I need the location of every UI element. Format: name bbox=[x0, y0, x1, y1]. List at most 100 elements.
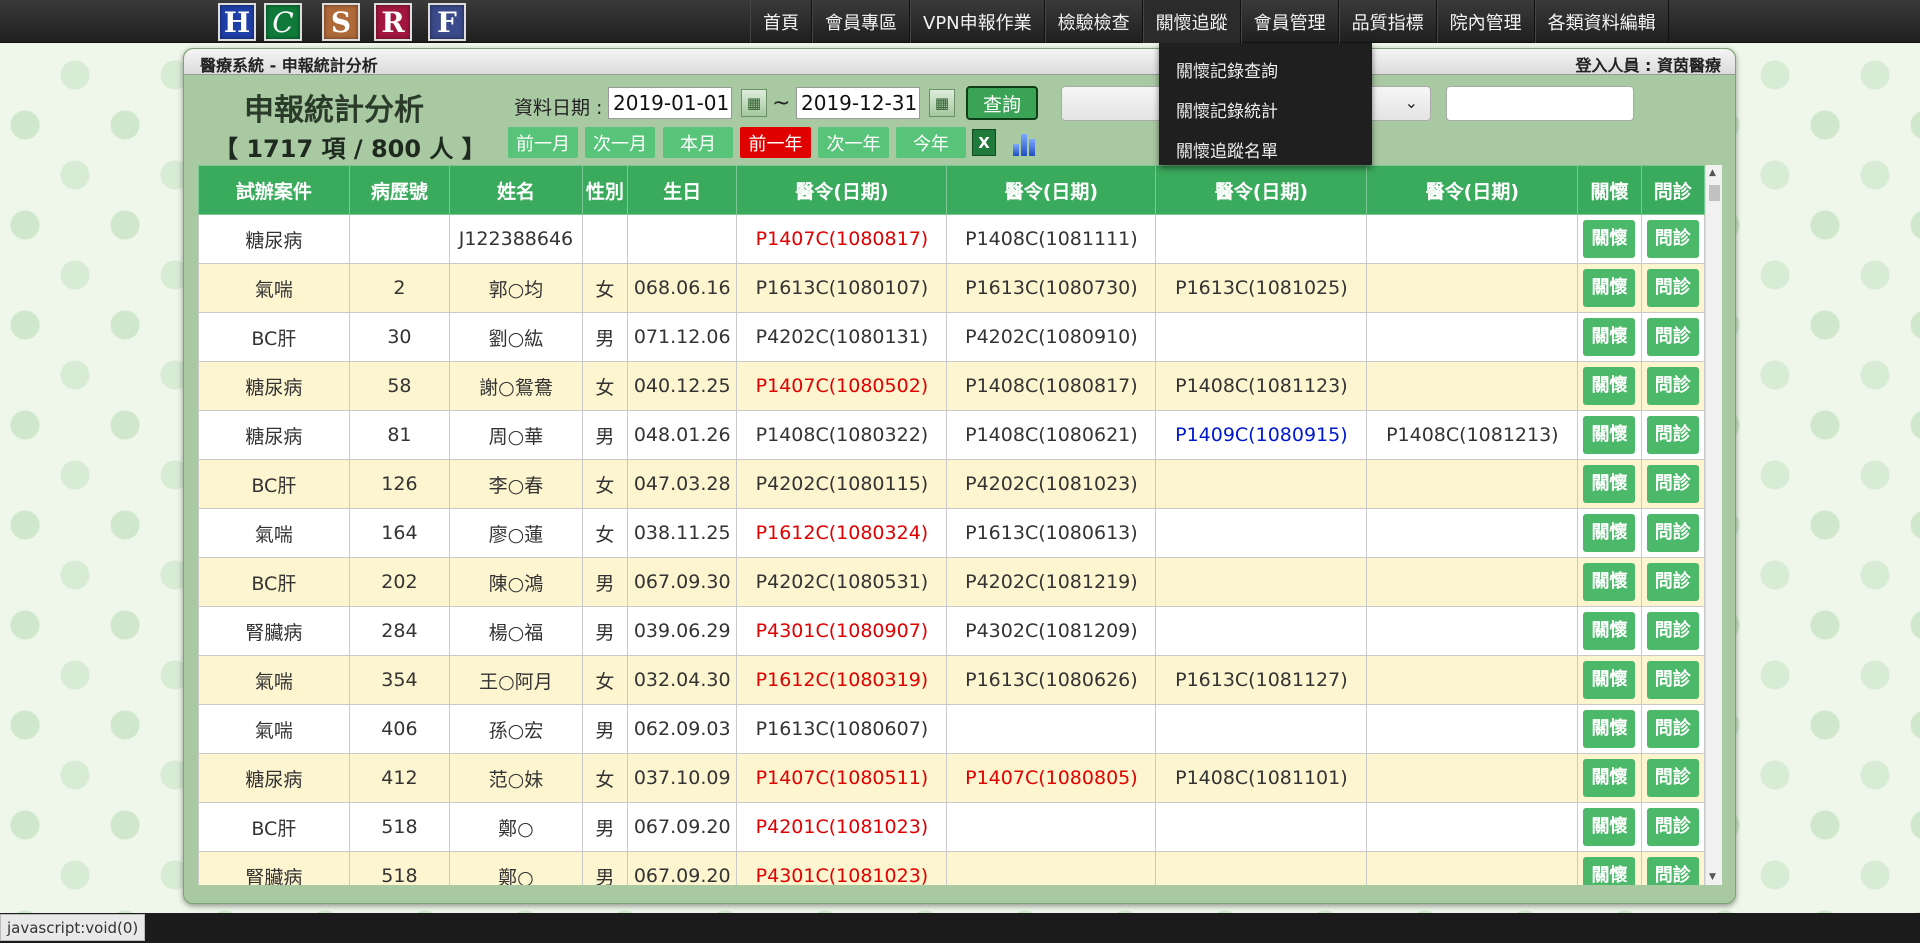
bar-chart-icon[interactable] bbox=[1011, 129, 1037, 156]
next-year-button[interactable]: 次一年 bbox=[818, 127, 889, 158]
cell-consult: 問診 bbox=[1640, 851, 1706, 885]
cell-order-4: P1408C(1081213) bbox=[1366, 410, 1579, 460]
consult-button[interactable]: 問診 bbox=[1646, 563, 1699, 601]
consult-button[interactable]: 問診 bbox=[1646, 269, 1699, 307]
care-button[interactable]: 關懷 bbox=[1583, 367, 1636, 405]
logo-h[interactable]: H bbox=[218, 3, 256, 41]
nav-member-area[interactable]: 會員專區 bbox=[812, 0, 910, 43]
prev-month-button[interactable]: 前一月 bbox=[508, 127, 578, 158]
date-from-input[interactable] bbox=[608, 87, 732, 119]
care-button[interactable]: 關懷 bbox=[1583, 808, 1636, 846]
calendar-to-icon[interactable]: ▦ bbox=[929, 89, 955, 117]
cell-care: 關懷 bbox=[1577, 704, 1642, 754]
consult-button[interactable]: 問診 bbox=[1646, 318, 1699, 356]
care-button[interactable]: 關懷 bbox=[1583, 220, 1636, 258]
cell-name: 鄭○ bbox=[449, 802, 583, 852]
cell-order-1: P1407C(1080817) bbox=[736, 214, 948, 264]
cell-birth: 040.12.25 bbox=[626, 361, 738, 411]
nav-member-management[interactable]: 會員管理 bbox=[1240, 0, 1339, 43]
prev-year-button[interactable]: 前一年 bbox=[740, 127, 811, 158]
cell-chart-no: 58 bbox=[348, 361, 451, 411]
cell-case: 氣喘 bbox=[198, 508, 350, 558]
table-row: 腎臟病 518 鄭○ 男 067.09.20 P4301C(1081023) 關懷 問診 bbox=[198, 851, 1706, 885]
scroll-down-icon[interactable]: ▼ bbox=[1709, 872, 1716, 882]
menu-care-record-query[interactable]: 關懷記錄查詢 bbox=[1159, 49, 1372, 89]
cell-consult: 問診 bbox=[1640, 606, 1706, 656]
cell-order-4 bbox=[1366, 214, 1579, 264]
query-button[interactable]: 查詢 bbox=[966, 86, 1038, 120]
date-to-input[interactable] bbox=[796, 87, 920, 119]
table-row: 氣喘 164 廖○蓮女 038.11.25 P1612C(1080324) P1613C(… bbox=[198, 508, 1706, 558]
table-row: 糖尿病 412 范○妹女 037.10.09 P1407C(1080511) P1407C… bbox=[198, 753, 1706, 803]
cell-order-4 bbox=[1366, 459, 1579, 509]
cell-birth: 067.09.20 bbox=[626, 802, 738, 852]
date-range-separator: ~ bbox=[772, 91, 791, 116]
care-button[interactable]: 關懷 bbox=[1583, 710, 1636, 748]
care-button[interactable]: 關懷 bbox=[1583, 465, 1636, 503]
scroll-up-icon[interactable]: ▲ bbox=[1709, 168, 1716, 178]
consult-button[interactable]: 問診 bbox=[1646, 661, 1699, 699]
login-user: 登入人員 : 資茵醫療 bbox=[1575, 56, 1721, 75]
nav-data-editing[interactable]: 各類資料編輯 bbox=[1534, 0, 1669, 43]
consult-button[interactable]: 問診 bbox=[1646, 808, 1699, 846]
menu-care-tracking-list[interactable]: 關懷追蹤名單 bbox=[1159, 129, 1372, 169]
care-button[interactable]: 關懷 bbox=[1583, 318, 1636, 356]
cell-order-1: P1407C(1080502) bbox=[736, 361, 948, 411]
cell-order-2: P4202C(1081219) bbox=[946, 557, 1157, 607]
logo-s[interactable]: S bbox=[322, 3, 360, 41]
nav-home[interactable]: 首頁 bbox=[750, 0, 812, 43]
consult-button[interactable]: 問診 bbox=[1646, 710, 1699, 748]
table-scrollbar[interactable]: ▲ ▼ bbox=[1705, 165, 1722, 885]
cell-name: 郭○均 bbox=[449, 263, 583, 313]
cell-sex: 男 bbox=[581, 704, 628, 754]
nav-vpn-report[interactable]: VPN申報作業 bbox=[910, 0, 1045, 43]
this-month-button[interactable]: 本月 bbox=[663, 127, 733, 158]
consult-button[interactable]: 問診 bbox=[1646, 857, 1699, 885]
cell-order-4 bbox=[1366, 312, 1579, 362]
care-button[interactable]: 關懷 bbox=[1583, 416, 1636, 454]
col-header-chart-no: 病歷號 bbox=[348, 165, 451, 215]
nav-lab-tests[interactable]: 檢驗檢查 bbox=[1044, 0, 1143, 43]
logo-c[interactable]: C bbox=[264, 3, 302, 41]
care-button[interactable]: 關懷 bbox=[1583, 857, 1636, 885]
report-table-container[interactable]: 試辦案件 病歷號 姓名 性別 生日 醫令(日期) 醫令(日期) 醫令(日期) 醫… bbox=[198, 165, 1722, 885]
care-button[interactable]: 關懷 bbox=[1583, 563, 1636, 601]
consult-button[interactable]: 問診 bbox=[1646, 759, 1699, 797]
care-button[interactable]: 關懷 bbox=[1583, 269, 1636, 307]
logo-r[interactable]: R bbox=[374, 3, 412, 41]
cell-sex: 女 bbox=[581, 753, 628, 803]
cell-chart-no: 164 bbox=[348, 508, 451, 558]
excel-export-icon[interactable]: X bbox=[972, 129, 996, 156]
scroll-thumb[interactable] bbox=[1709, 185, 1720, 201]
col-header-consult: 問診 bbox=[1640, 165, 1706, 215]
logo-f[interactable]: F bbox=[428, 3, 466, 41]
care-button[interactable]: 關懷 bbox=[1583, 514, 1636, 552]
cell-order-2 bbox=[946, 704, 1157, 754]
cell-sex: 男 bbox=[581, 802, 628, 852]
care-button[interactable]: 關懷 bbox=[1583, 612, 1636, 650]
consult-button[interactable]: 問診 bbox=[1646, 514, 1699, 552]
nav-care-tracking[interactable]: 關懷追蹤 bbox=[1142, 0, 1241, 43]
nav-quality-indicators[interactable]: 品質指標 bbox=[1338, 0, 1437, 43]
menu-care-record-stats[interactable]: 關懷記錄統計 bbox=[1159, 89, 1372, 129]
table-row: BC肝 126 李○春女 047.03.28 P4202C(1080115) P4202C… bbox=[198, 459, 1706, 509]
consult-button[interactable]: 問診 bbox=[1646, 416, 1699, 454]
this-year-button[interactable]: 今年 bbox=[896, 127, 966, 158]
col-header-name: 姓名 bbox=[449, 165, 583, 215]
search-input[interactable] bbox=[1446, 86, 1634, 121]
cell-order-2: P4302C(1081209) bbox=[946, 606, 1157, 656]
nav-hospital-management[interactable]: 院內管理 bbox=[1436, 0, 1535, 43]
cell-order-1: P4301C(1080907) bbox=[736, 606, 948, 656]
care-button[interactable]: 關懷 bbox=[1583, 759, 1636, 797]
cell-order-1: P4202C(1080115) bbox=[736, 459, 948, 509]
consult-button[interactable]: 問診 bbox=[1646, 612, 1699, 650]
cell-case: 糖尿病 bbox=[198, 410, 350, 460]
calendar-from-icon[interactable]: ▦ bbox=[741, 89, 767, 117]
consult-button[interactable]: 問診 bbox=[1646, 465, 1699, 503]
next-month-button[interactable]: 次一月 bbox=[585, 127, 655, 158]
consult-button[interactable]: 問診 bbox=[1646, 220, 1699, 258]
care-button[interactable]: 關懷 bbox=[1583, 661, 1636, 699]
col-header-birth: 生日 bbox=[626, 165, 738, 215]
cell-birth: 032.04.30 bbox=[626, 655, 738, 705]
consult-button[interactable]: 問診 bbox=[1646, 367, 1699, 405]
